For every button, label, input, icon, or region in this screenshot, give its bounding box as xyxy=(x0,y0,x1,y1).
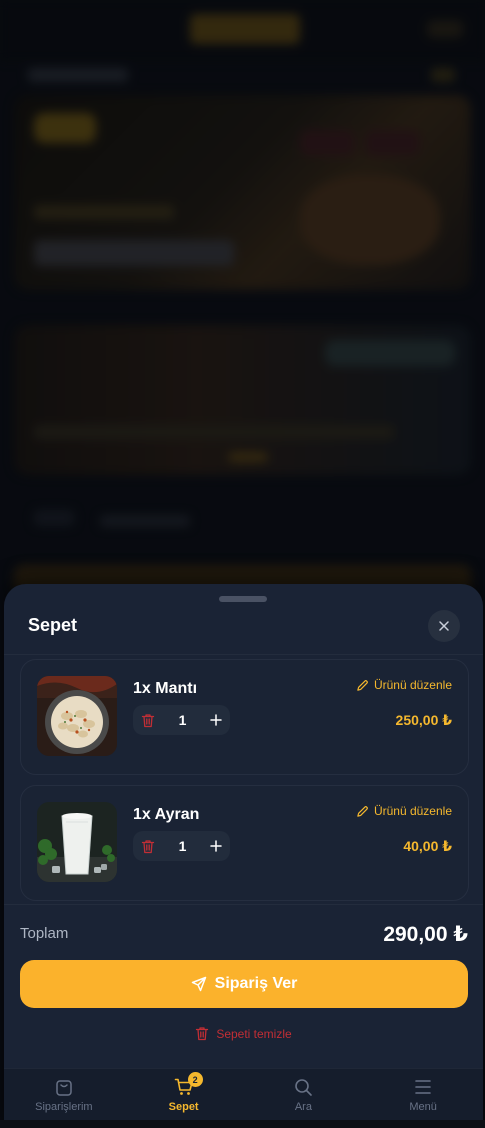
place-order-label: Sipariş Ver xyxy=(214,975,298,992)
nav-item-cart[interactable]: 2 Sepet xyxy=(124,1069,244,1121)
increase-quantity-button[interactable] xyxy=(210,840,222,852)
item-price: 250,00 ₺ xyxy=(395,712,452,728)
bottom-nav: Siparişlerim 2 Sepet Ara Menü xyxy=(4,1068,483,1121)
shopping-bag-icon xyxy=(56,1080,72,1096)
divider xyxy=(4,904,483,905)
edit-item-label: Ürünü düzenle xyxy=(373,804,452,818)
cart-count-badge: 2 xyxy=(187,1072,203,1087)
nav-item-search[interactable]: Ara xyxy=(244,1069,364,1121)
total-label: Toplam xyxy=(20,925,69,942)
nav-item-menu[interactable]: Menü xyxy=(363,1069,483,1121)
footer-strip xyxy=(0,1120,485,1128)
place-order-button[interactable]: Sipariş Ver xyxy=(20,960,468,1008)
sheet-title: Sepet xyxy=(28,615,78,635)
divider xyxy=(4,654,483,655)
pencil-icon xyxy=(357,679,368,691)
total-value: 290,00 ₺ xyxy=(383,923,468,946)
quantity-value: 1 xyxy=(178,838,187,854)
quantity-value: 1 xyxy=(178,712,187,728)
menu-icon xyxy=(415,1080,431,1094)
edit-item-label: Ürünü düzenle xyxy=(373,678,452,692)
edit-item-link[interactable]: Ürünü düzenle xyxy=(356,678,452,692)
item-name: 1x Ayran xyxy=(133,806,200,823)
cart-item: 1x Mantı Ürünü düzenle 1 250,00 ₺ xyxy=(20,659,469,775)
quantity-stepper: 1 xyxy=(133,705,230,735)
plus-icon xyxy=(210,840,222,852)
nav-item-orders[interactable]: Siparişlerim xyxy=(4,1069,124,1121)
quantity-stepper: 1 xyxy=(133,831,230,861)
trash-icon xyxy=(141,713,155,727)
send-icon xyxy=(191,976,206,992)
drag-handle[interactable] xyxy=(219,596,267,602)
cart-sheet: Sepet 1x Mantı Ürünü düzenle 1 250,00 ₺ … xyxy=(4,584,483,1128)
edit-item-link[interactable]: Ürünü düzenle xyxy=(356,804,452,818)
plus-icon xyxy=(210,714,222,726)
nav-label: Siparişlerim xyxy=(35,1101,93,1113)
clear-cart-button[interactable]: Sepeti temizle xyxy=(4,1026,483,1041)
nav-label: Ara xyxy=(294,1101,312,1113)
increase-quantity-button[interactable] xyxy=(210,714,222,726)
close-button[interactable] xyxy=(428,610,460,642)
nav-label: Menü xyxy=(409,1101,437,1113)
ayran-image xyxy=(37,802,117,882)
close-icon xyxy=(439,621,449,631)
cart-item: 1x Ayran Ürünü düzenle 1 40,00 ₺ xyxy=(20,785,469,901)
pencil-icon xyxy=(357,805,368,817)
delete-item-button[interactable] xyxy=(141,839,155,854)
nav-label: Sepet xyxy=(168,1101,199,1113)
search-icon xyxy=(295,1079,313,1096)
delete-item-button[interactable] xyxy=(141,713,155,728)
manti-image xyxy=(37,676,117,756)
trash-icon xyxy=(196,1027,209,1041)
trash-icon xyxy=(141,839,155,853)
item-price: 40,00 ₺ xyxy=(403,838,452,854)
item-name: 1x Mantı xyxy=(133,680,198,697)
clear-cart-label: Sepeti temizle xyxy=(216,1026,292,1041)
